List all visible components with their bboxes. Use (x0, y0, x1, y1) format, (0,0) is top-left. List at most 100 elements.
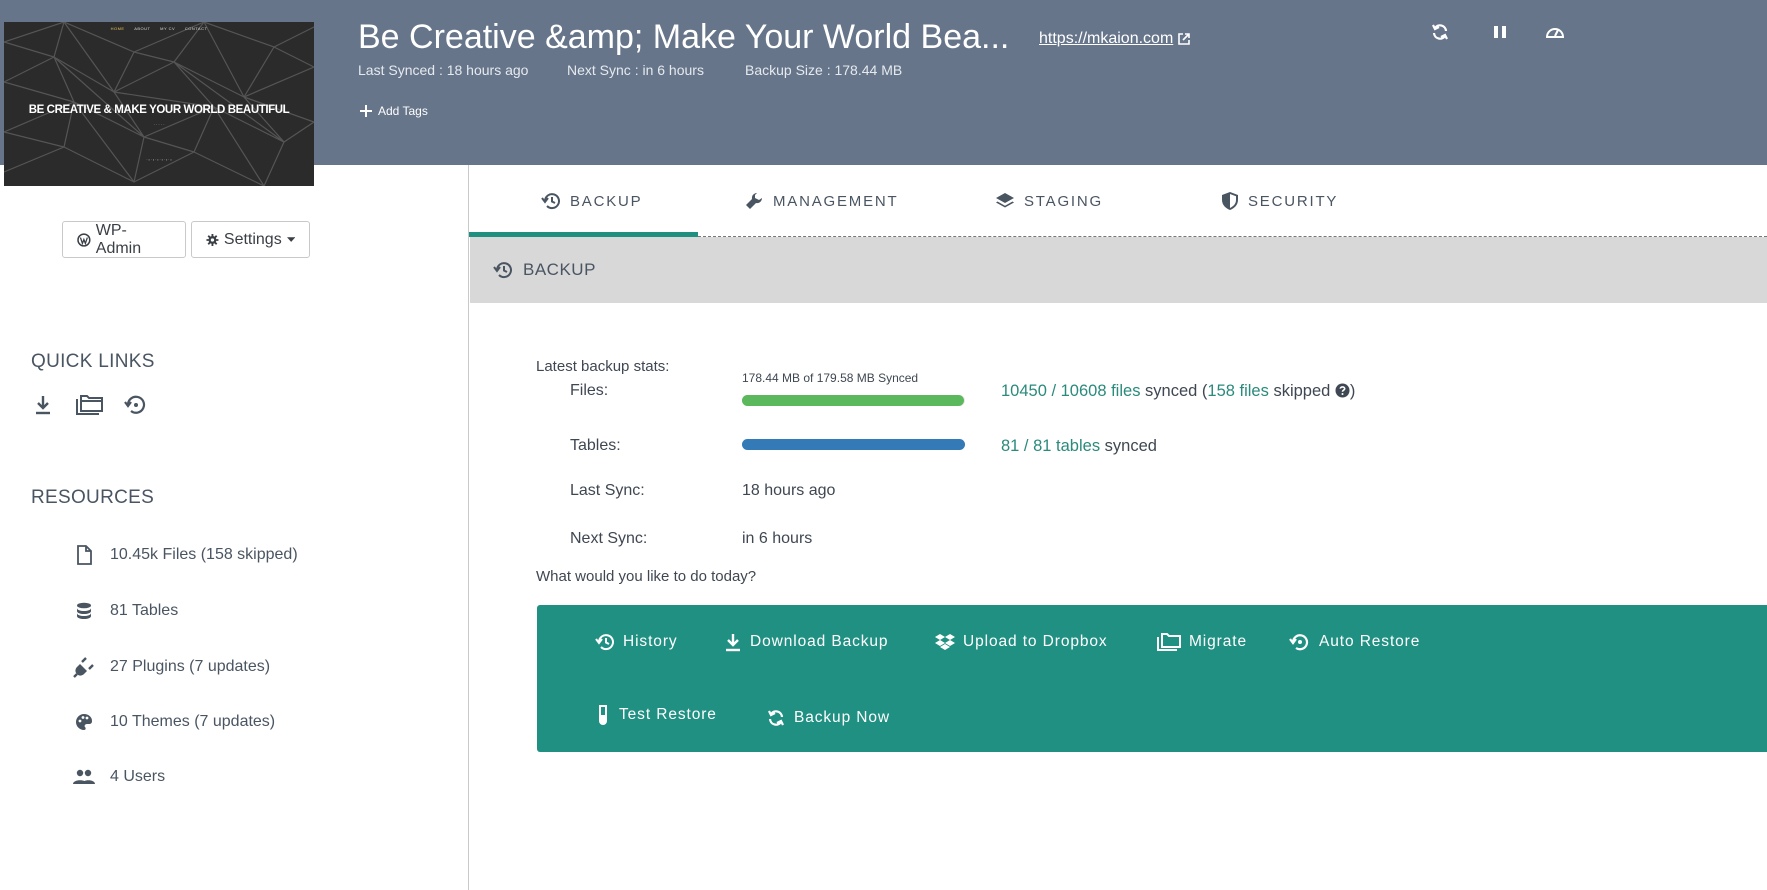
thumbnail-nav-item: MY CV (160, 26, 176, 31)
tab-security[interactable]: SECURITY (1221, 165, 1338, 237)
sidebar-divider (468, 165, 469, 890)
files-close-paren: ) (1349, 382, 1356, 400)
actions-panel: History Download Backup Upload to Dropbo… (537, 605, 1767, 752)
settings-dropdown-button[interactable]: Settings (191, 221, 310, 258)
resource-tables: 81 Tables (72, 601, 178, 621)
thumbnail-nav-item: ABOUT (134, 26, 151, 31)
latest-stats-label: Latest backup stats: (536, 358, 670, 375)
download-backup-button[interactable]: Download Backup (724, 632, 888, 652)
last-sync-label: Last Sync: (570, 482, 645, 499)
action-prompt: What would you like to do today? (536, 568, 757, 585)
migrate-button[interactable]: Migrate (1157, 632, 1247, 652)
shield-icon (1222, 192, 1238, 210)
files-skipped-link[interactable]: 158 files (1207, 382, 1268, 400)
pause-icon[interactable] (1491, 22, 1509, 42)
upload-dropbox-button[interactable]: Upload to Dropbox (935, 632, 1108, 652)
files-progress-bar (742, 395, 965, 406)
tables-sync-summary: 81 / 81 tables synced (1001, 437, 1157, 456)
sidebar (0, 165, 468, 890)
layers-icon (996, 193, 1014, 208)
thumbnail-nav: HOME ABOUT MY CV CONTACT (4, 26, 314, 31)
download-backup-label: Download Backup (750, 633, 889, 650)
history-icon (541, 193, 560, 210)
thumbnail-social-links: · ▪ · ▪ · ▪ · ▪ · ▪ · ▪ (146, 158, 172, 162)
dropbox-icon (935, 634, 955, 650)
files-synced-count-link[interactable]: 10450 / 10608 files (1001, 382, 1140, 400)
restore-icon[interactable] (124, 394, 148, 416)
site-thumbnail[interactable]: HOME ABOUT MY CV CONTACT BE CREATIVE & M… (4, 22, 314, 186)
tables-label: Tables: (570, 437, 621, 454)
site-title: Be Creative &amp; Make Your World Bea... (358, 18, 1010, 56)
tab-management[interactable]: MANAGEMENT (744, 165, 899, 237)
files-sync-summary: 10450 / 10608 files synced (158 files sk… (1001, 382, 1355, 401)
test-restore-button[interactable]: Test Restore (595, 704, 717, 726)
last-sync-value: 18 hours ago (742, 482, 836, 499)
file-icon (72, 545, 96, 565)
history-label: History (623, 633, 678, 650)
add-tags-label: Add Tags (378, 104, 428, 118)
files-progress-fill (742, 395, 964, 406)
tables-count-link[interactable]: 81 / 81 tables (1001, 437, 1100, 455)
migrate-folders-icon[interactable] (76, 394, 104, 416)
resource-users: 4 Users (72, 767, 165, 787)
migrate-icon (1157, 633, 1181, 651)
site-url-link[interactable]: https://mkaion.com (1039, 30, 1191, 48)
files-synced-word: synced ( (1140, 382, 1208, 400)
download-icon (726, 634, 740, 652)
thumbnail-title: BE CREATIVE & MAKE YOUR WORLD BEAUTIFUL (28, 104, 290, 116)
resource-themes: 10 Themes (7 updates) (72, 712, 275, 732)
site-url-text[interactable]: https://mkaion.com (1039, 30, 1173, 48)
auto-restore-button[interactable]: Auto Restore (1289, 632, 1420, 652)
resource-plugins: 27 Plugins (7 updates) (72, 656, 270, 678)
users-icon (72, 767, 96, 787)
dashboard-icon[interactable] (1545, 22, 1565, 42)
resource-themes-label: 10 Themes (7 updates) (110, 713, 276, 730)
wordpress-icon (77, 232, 91, 247)
thumbnail-nav-item: HOME (110, 26, 125, 31)
backup-panel-header: BACKUP (470, 237, 1767, 303)
add-tags-button[interactable]: Add Tags (360, 104, 428, 118)
sync-icon[interactable] (1430, 22, 1450, 42)
resources-title: RESOURCES (31, 487, 155, 508)
tab-backup[interactable]: BACKUP (541, 165, 643, 237)
resource-users-label: 4 Users (110, 768, 166, 785)
plus-icon (360, 105, 372, 117)
auto-restore-label: Auto Restore (1319, 633, 1421, 650)
next-sync-label: Next Sync: (570, 530, 648, 547)
backup-panel-title: BACKUP (523, 260, 596, 279)
main-tabs: BACKUP MANAGEMENT STAGING SECURITY (469, 165, 1767, 237)
wp-admin-label: WP-Admin (95, 221, 142, 257)
files-label: Files: (570, 382, 609, 399)
history-icon (595, 634, 614, 651)
history-icon (493, 262, 512, 279)
backup-now-button[interactable]: Backup Now (766, 708, 890, 728)
test-tube-icon (599, 705, 607, 725)
resource-files-label: 10.45k Files (158 skipped) (110, 546, 298, 563)
resource-tables-label: 81 Tables (110, 602, 179, 619)
test-restore-label: Test Restore (619, 706, 717, 723)
external-link-icon (1178, 33, 1191, 45)
plug-icon (72, 656, 96, 678)
tab-backup-label: BACKUP (570, 192, 643, 210)
download-icon[interactable] (33, 394, 53, 416)
files-skipped-word: skipped (1268, 382, 1335, 400)
help-icon[interactable] (1335, 383, 1350, 398)
caret-down-icon (286, 236, 295, 242)
quick-links-title: QUICK LINKS (31, 351, 155, 372)
database-icon (72, 601, 96, 621)
next-sync-meta: Next Sync : in 6 hours (567, 62, 704, 78)
tab-management-label: MANAGEMENT (773, 192, 899, 210)
sync-icon (768, 710, 784, 726)
tab-staging-label: STAGING (1024, 192, 1103, 210)
tab-staging[interactable]: STAGING (995, 165, 1103, 237)
backup-now-label: Backup Now (794, 709, 891, 726)
tables-progress-bar (742, 439, 965, 450)
palette-icon (72, 712, 96, 732)
files-sync-caption: 178.44 MB of 179.58 MB Synced (742, 371, 919, 385)
migrate-label: Migrate (1189, 633, 1247, 650)
tables-progress-fill (742, 439, 965, 450)
wp-admin-button[interactable]: WP-Admin (62, 221, 186, 258)
restore-icon (1289, 634, 1309, 651)
resource-files: 10.45k Files (158 skipped) (72, 545, 298, 565)
history-button[interactable]: History (595, 632, 678, 652)
